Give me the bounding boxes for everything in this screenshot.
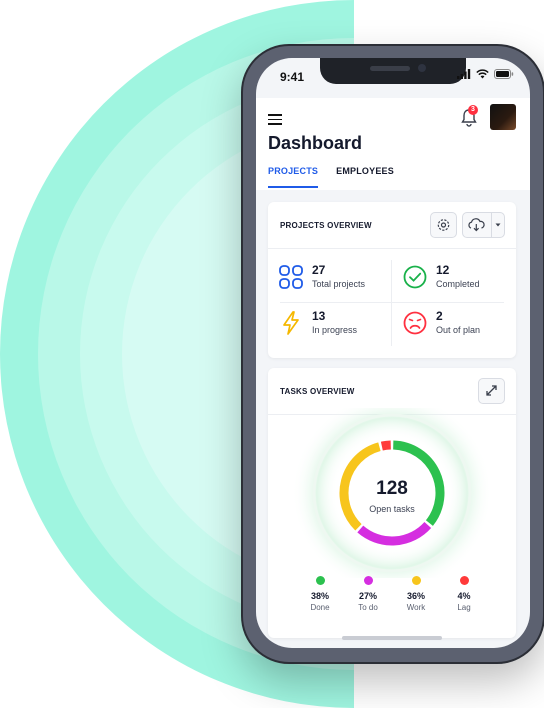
legend-dot bbox=[363, 576, 373, 585]
donut-segment-lag bbox=[380, 440, 391, 451]
legend-pct: 27% bbox=[358, 591, 377, 601]
donut-legend: 38% Done 27% To do 36% Work 4% Lag bbox=[296, 576, 488, 612]
completed-label: Completed bbox=[436, 279, 480, 289]
status-time: 9:41 bbox=[280, 70, 305, 84]
donut-marker bbox=[394, 451, 398, 455]
in-progress-label: In progress bbox=[312, 325, 358, 335]
gear-icon bbox=[437, 219, 450, 231]
legend-pct: 38% bbox=[310, 591, 329, 601]
completed-value: 12 bbox=[436, 263, 450, 277]
wifi-icon bbox=[476, 69, 489, 79]
tab-projects[interactable]: PROJECTS bbox=[268, 166, 319, 188]
legend-dot bbox=[315, 576, 325, 585]
notification-badge: 3 bbox=[468, 105, 478, 115]
tasks-overview-card: TASKS OVERVIEW 128 Open tasks 38% Done 2… bbox=[268, 368, 516, 638]
app-header: 3 Dashboard PROJECTS EMPLOYEES bbox=[256, 98, 530, 190]
status-icons bbox=[457, 69, 514, 79]
legend-item-to-do: 27% To do bbox=[344, 576, 392, 612]
legend-pct: 4% bbox=[457, 591, 471, 601]
total-projects-label: Total projects bbox=[312, 279, 366, 289]
stat-total-projects: 27 Total projects bbox=[278, 263, 366, 290]
legend-name: Lag bbox=[457, 603, 471, 612]
legend-name: Work bbox=[406, 603, 426, 612]
legend-item-done: 38% Done bbox=[296, 576, 344, 612]
download-split-button[interactable] bbox=[462, 212, 505, 238]
stat-out-of-plan: 2 Out of plan bbox=[402, 309, 481, 336]
legend-dot bbox=[459, 576, 469, 585]
grid-icon bbox=[279, 265, 303, 289]
projects-overview-card: PROJECTS OVERVIEW 27 Total projects 12 C… bbox=[268, 202, 516, 358]
battery-icon bbox=[494, 69, 514, 79]
out-of-plan-label: Out of plan bbox=[436, 325, 481, 335]
open-tasks-label: Open tasks bbox=[369, 504, 415, 514]
tab-employees[interactable]: EMPLOYEES bbox=[336, 166, 394, 188]
stat-divider-horizontal bbox=[280, 302, 504, 303]
total-projects-value: 27 bbox=[312, 263, 326, 277]
projects-overview-title: PROJECTS OVERVIEW bbox=[280, 221, 372, 230]
settings-button[interactable] bbox=[430, 212, 457, 238]
home-indicator bbox=[342, 636, 442, 640]
legend-name: Done bbox=[310, 603, 330, 612]
chevron-down-icon[interactable] bbox=[492, 213, 504, 237]
signal-icon bbox=[457, 69, 471, 79]
speaker bbox=[370, 66, 410, 71]
open-tasks-count: 128 bbox=[376, 478, 408, 499]
stat-in-progress: 13 In progress bbox=[278, 309, 358, 336]
phone-notch bbox=[320, 58, 466, 84]
out-of-plan-value: 2 bbox=[436, 309, 443, 323]
sad-face-icon bbox=[403, 311, 427, 335]
legend-dot bbox=[411, 576, 421, 585]
tab-bar: PROJECTS EMPLOYEES bbox=[268, 166, 394, 188]
phone-screen: 9:41 3 Dashboard PROJECTS EMPLOYEES PROJ… bbox=[256, 58, 530, 648]
projects-overview-header: PROJECTS OVERVIEW bbox=[268, 202, 516, 249]
expand-button[interactable] bbox=[478, 378, 505, 404]
page-title: Dashboard bbox=[268, 133, 363, 153]
lightning-icon bbox=[283, 311, 299, 335]
cloud-download-icon bbox=[468, 218, 485, 232]
user-avatar[interactable] bbox=[490, 104, 516, 130]
legend-item-lag: 4% Lag bbox=[440, 576, 488, 612]
front-camera bbox=[418, 64, 426, 72]
legend-item-work: 36% Work bbox=[392, 576, 440, 612]
legend-pct: 36% bbox=[406, 591, 425, 601]
hamburger-menu-icon[interactable] bbox=[268, 114, 282, 125]
check-circle-icon bbox=[403, 265, 427, 289]
stat-completed: 12 Completed bbox=[402, 263, 480, 290]
tasks-overview-title: TASKS OVERVIEW bbox=[280, 387, 355, 396]
expand-icon bbox=[486, 385, 497, 396]
legend-name: To do bbox=[358, 603, 378, 612]
in-progress-value: 13 bbox=[312, 309, 326, 323]
stat-divider-vertical bbox=[391, 260, 392, 346]
